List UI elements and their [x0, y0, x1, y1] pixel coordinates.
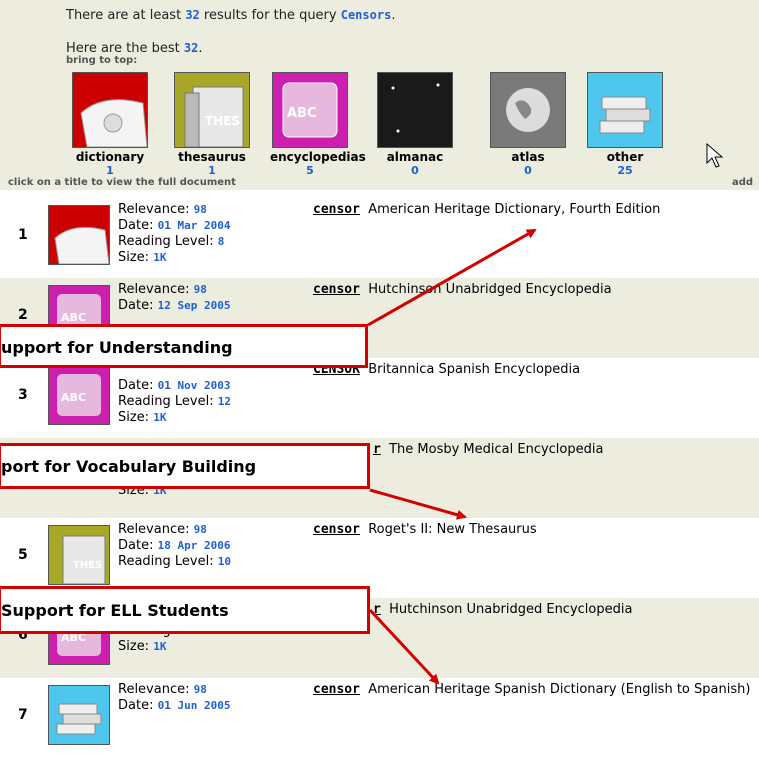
callout-ell: Support for ELL Students: [0, 586, 370, 634]
callout-vocabulary: port for Vocabulary Building: [0, 443, 370, 489]
arrow-vocabulary: [369, 488, 467, 520]
callout-understanding: upport for Understanding: [0, 324, 368, 368]
arrow-ell: [368, 608, 440, 685]
arrow-understanding: [367, 228, 537, 327]
